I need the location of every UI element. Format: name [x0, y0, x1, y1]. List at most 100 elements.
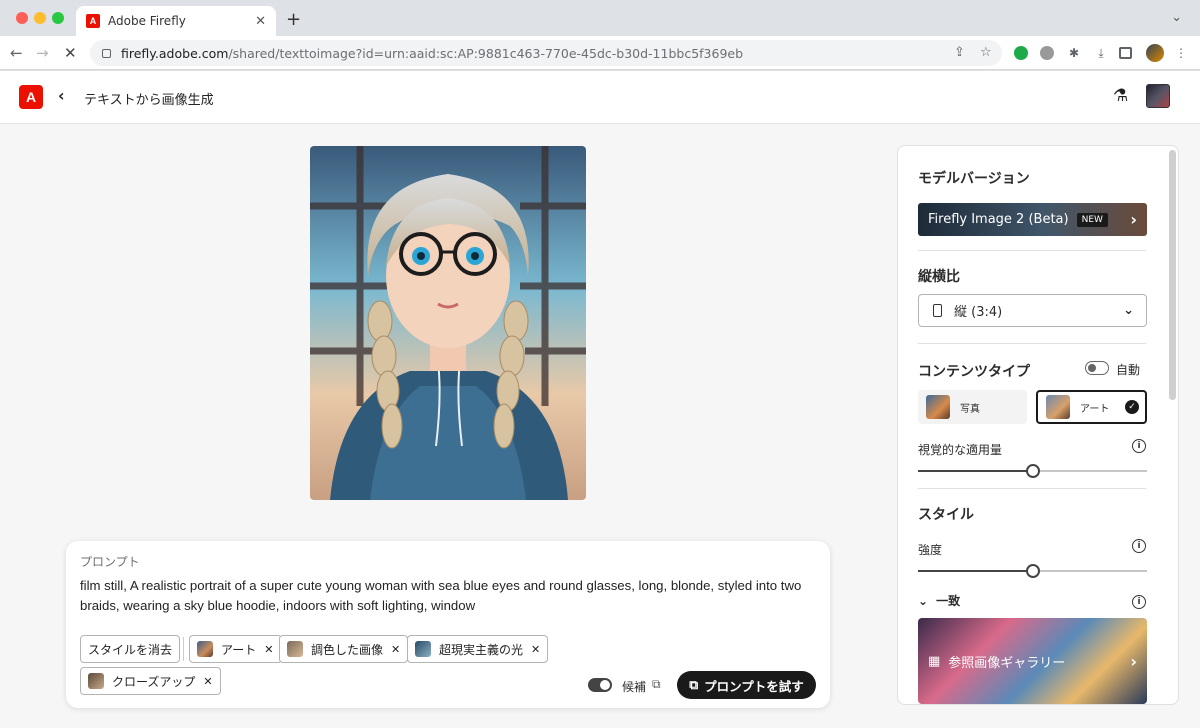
photo-thumbnail — [926, 395, 950, 419]
content-type-art[interactable]: アート ✓ — [1036, 390, 1147, 424]
remove-chip-icon[interactable]: ✕ — [264, 643, 273, 656]
url-path: /shared/texttoimage?id=urn:aaid:sc:AP:98… — [228, 45, 744, 61]
extension-icon[interactable] — [1040, 46, 1054, 60]
content-type-photo[interactable]: 写真 — [918, 390, 1027, 424]
prompt-label: プロンプト — [80, 555, 140, 569]
remove-chip-icon[interactable]: ✕ — [531, 643, 540, 656]
settings-panel: モデルバージョン Firefly Image 2 (Beta) NEW › 縦横… — [897, 145, 1179, 705]
remove-chip-icon[interactable]: ✕ — [391, 643, 400, 656]
clear-styles-button[interactable]: スタイルを消去 — [80, 635, 181, 663]
evernote-extension-icon[interactable] — [1014, 46, 1028, 60]
style-thumbnail — [415, 641, 431, 657]
style-chip-label: クローズアップ — [112, 674, 196, 689]
try-prompt-button[interactable]: ⧉ プロンプトを試す — [677, 671, 816, 699]
chevron-down-icon: ⌄ — [918, 594, 929, 608]
close-tab-icon[interactable]: ✕ — [255, 14, 266, 29]
content-type-heading: コンテンツタイプ — [918, 364, 1030, 380]
new-badge: NEW — [1076, 212, 1108, 227]
address-bar[interactable]: firefly.adobe.com/shared/texttoimage?id=… — [90, 40, 1002, 66]
divider — [918, 343, 1146, 344]
prompt-text[interactable]: film still, A realistic portrait of a su… — [80, 576, 816, 616]
try-prompt-label: プロンプトを試す — [704, 678, 804, 694]
chevron-right-icon: › — [1130, 210, 1137, 229]
style-chip[interactable]: アート ✕ — [189, 635, 282, 663]
auto-label: 自動 — [1116, 363, 1141, 377]
suggestions-toggle[interactable] — [588, 678, 612, 692]
slider-handle[interactable] — [1025, 564, 1040, 578]
model-version-heading: モデルバージョン — [918, 171, 1030, 187]
art-thumbnail — [1046, 395, 1070, 419]
profile-avatar[interactable] — [1146, 44, 1164, 62]
browser-tab[interactable]: A Adobe Firefly ✕ — [76, 6, 276, 36]
selected-check-icon: ✓ — [1125, 400, 1139, 414]
strength-slider[interactable] — [918, 564, 1147, 578]
url-host: firefly.adobe.com — [121, 45, 229, 61]
share-icon[interactable]: ⇪ — [954, 45, 965, 60]
close-window-button[interactable] — [16, 12, 28, 24]
adobe-logo[interactable]: A — [19, 85, 43, 109]
divider — [918, 488, 1146, 489]
style-thumbnail — [287, 641, 303, 657]
chip-divider — [183, 637, 184, 661]
tab-search-chevron-icon[interactable]: ⌄ — [1171, 10, 1182, 25]
style-chip[interactable]: クローズアップ ✕ — [80, 667, 221, 695]
tab-title: Adobe Firefly — [108, 14, 186, 28]
strength-label: 強度 — [918, 543, 943, 557]
new-tab-button[interactable]: + — [286, 9, 301, 30]
aspect-ratio-dropdown[interactable]: 縦 (3:4) ⌄ — [918, 294, 1147, 327]
photo-option-label: 写真 — [960, 403, 980, 415]
maximize-window-button[interactable] — [52, 12, 64, 24]
style-chip[interactable]: 超現実主義の光 ✕ — [407, 635, 549, 663]
adobe-favicon-icon: A — [86, 14, 100, 28]
lock-icon — [102, 48, 111, 58]
style-thumbnail — [88, 673, 104, 689]
style-chip-label: 超現実主義の光 — [439, 642, 524, 657]
try-prompt-icon: ⧉ — [689, 677, 699, 692]
bookmark-star-icon[interactable]: ☆ — [980, 45, 992, 60]
info-icon[interactable]: i — [1132, 595, 1146, 609]
model-version-selector[interactable]: Firefly Image 2 (Beta) NEW › — [918, 203, 1147, 236]
info-icon[interactable]: i — [1132, 539, 1146, 553]
art-option-label: アート — [1080, 403, 1110, 415]
stop-loading-icon[interactable]: ✕ — [64, 44, 77, 62]
reference-gallery-button[interactable]: ▦ 参照画像ギャラリー › — [918, 618, 1147, 704]
chevron-right-icon: › — [1130, 651, 1137, 671]
remove-chip-icon[interactable]: ✕ — [203, 675, 212, 688]
download-icon[interactable]: ⤓ — [1093, 45, 1109, 61]
style-thumbnail — [197, 641, 213, 657]
slider-handle[interactable] — [1025, 464, 1040, 478]
match-label: 一致 — [936, 594, 961, 608]
more-menu-icon[interactable]: ⋮ — [1173, 45, 1189, 61]
auto-toggle[interactable] — [1085, 361, 1109, 375]
forward-arrow-icon[interactable]: → — [36, 44, 49, 62]
grid-icon: ▦ — [928, 653, 941, 669]
info-icon[interactable]: i — [1132, 439, 1146, 453]
app-header: A ‹ テキストから画像生成 ⚗ — [0, 71, 1200, 124]
panel-scrollbar[interactable] — [1169, 150, 1176, 400]
visual-intensity-slider[interactable] — [918, 464, 1147, 478]
clear-styles-label: スタイルを消去 — [88, 642, 173, 657]
labs-flask-icon[interactable]: ⚗ — [1113, 86, 1128, 106]
suggestions-label: 候補 — [622, 680, 647, 694]
browser-toolbar: ← → ✕ firefly.adobe.com/shared/texttoima… — [0, 36, 1200, 70]
match-section-toggle[interactable]: ⌄ 一致 — [918, 592, 960, 609]
gallery-label: 参照画像ギャラリー — [948, 655, 1066, 671]
back-arrow-icon[interactable]: ← — [10, 44, 23, 62]
back-chevron-icon[interactable]: ‹ — [58, 86, 65, 105]
minimize-window-button[interactable] — [34, 12, 46, 24]
puzzle-extensions-icon[interactable]: ✱ — [1066, 45, 1082, 61]
aspect-ratio-value: 縦 (3:4) — [954, 305, 1003, 320]
page-title: テキストから画像生成 — [84, 93, 214, 108]
portrait-ratio-icon — [933, 304, 942, 317]
side-panel-icon[interactable] — [1119, 47, 1132, 59]
suggestions-info-icon[interactable]: ⧉ — [652, 677, 661, 692]
style-chip[interactable]: 調色した画像 ✕ — [279, 635, 409, 663]
aspect-ratio-heading: 縦横比 — [918, 269, 960, 285]
generated-image[interactable] — [310, 146, 586, 500]
divider — [918, 250, 1146, 251]
generated-portrait-illustration — [310, 146, 586, 500]
chevron-down-icon: ⌄ — [1123, 303, 1134, 318]
browser-tab-bar: A Adobe Firefly ✕ + ⌄ — [0, 0, 1200, 36]
model-name: Firefly Image 2 (Beta) — [928, 212, 1069, 227]
user-avatar[interactable] — [1146, 84, 1170, 108]
